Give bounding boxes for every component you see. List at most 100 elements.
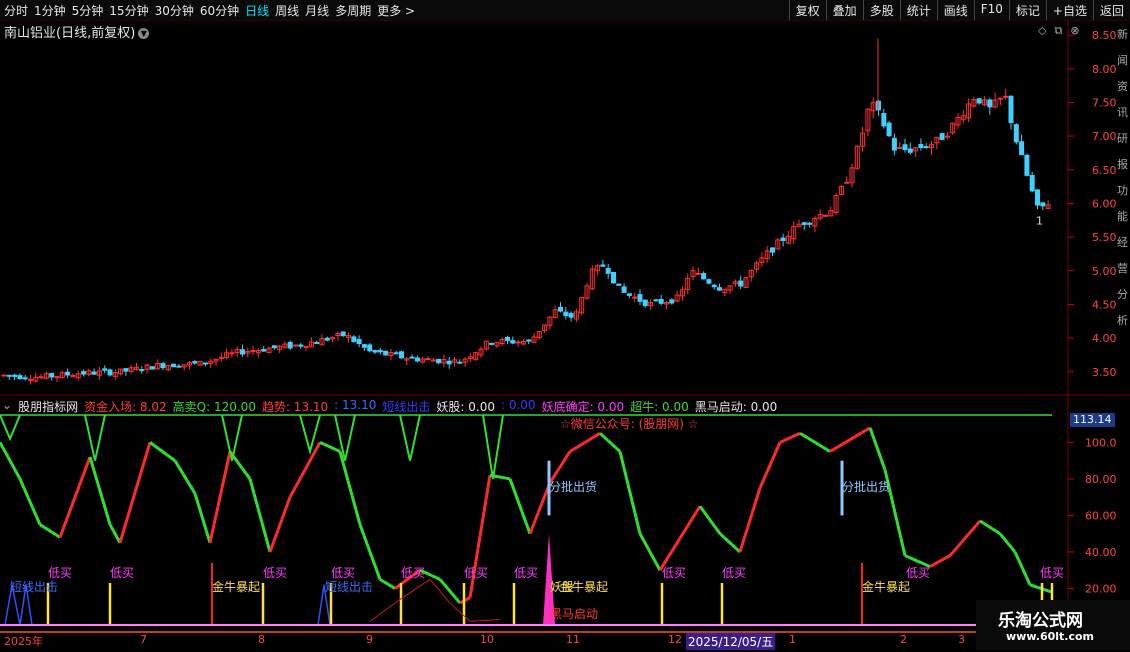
indicator-name[interactable]: 股朋指标网	[18, 398, 78, 415]
signal-label: 低买	[401, 566, 425, 580]
candle-body	[695, 272, 701, 275]
trend-segment	[244, 472, 252, 480]
trend-segment	[240, 467, 248, 475]
trend-segment	[248, 478, 256, 494]
signal-label: 低买	[464, 566, 488, 580]
trend-segment	[591, 434, 598, 440]
trend-segment	[560, 456, 568, 465]
candle-body	[293, 344, 298, 347]
timeline-label: 1	[789, 633, 796, 646]
candle-body	[271, 345, 277, 349]
trend-segment	[614, 446, 622, 453]
candle-body	[107, 369, 113, 376]
trend-segment	[598, 432, 606, 439]
trend-segment	[51, 530, 57, 537]
candle-body	[823, 214, 828, 217]
trend-segment	[43, 525, 49, 531]
trend-segment	[963, 532, 970, 540]
candle-body	[653, 299, 659, 302]
kline-chart[interactable]: 1 8.50 8.00 7.50 7.00 6.50 6.00 5.50 5.00 4.50 4.…	[0, 0, 1130, 650]
trend-segment	[212, 505, 220, 525]
candle-body	[1013, 124, 1019, 143]
timeline-label: 12	[668, 633, 682, 646]
trend-segment	[108, 523, 115, 532]
trend-segment	[346, 480, 354, 496]
trend-segment	[379, 578, 385, 583]
candle-body	[377, 349, 383, 353]
signal-label: 低买	[48, 566, 72, 580]
candle-body	[637, 294, 643, 302]
side-tab-char: 讯	[1117, 106, 1128, 119]
ind-tick-label: 20.00	[1085, 582, 1117, 595]
candle-body	[91, 371, 97, 375]
candle-body	[192, 361, 198, 364]
candle-body	[261, 349, 267, 352]
trend-segment	[137, 467, 144, 481]
trend-segment	[374, 567, 382, 580]
trend-segment	[795, 431, 801, 437]
side-tab-char: 资	[1117, 80, 1128, 93]
trend-segment	[638, 532, 646, 542]
side-tab-char: 功	[1117, 184, 1128, 197]
candle-body	[314, 341, 320, 344]
trend-segment	[630, 500, 638, 518]
candle-body	[414, 357, 420, 362]
trend-segment	[730, 543, 738, 550]
trend-segment	[501, 475, 507, 480]
candle-body	[1003, 95, 1009, 98]
trend-segment	[746, 513, 754, 527]
indicator-toggle-icon[interactable]: ⌄	[2, 398, 12, 415]
trend-segment	[634, 516, 642, 535]
candle-body	[176, 365, 182, 368]
trend-segment	[975, 519, 982, 527]
trend-segment	[370, 556, 378, 569]
trend-segment	[256, 507, 264, 524]
trend-segment	[706, 516, 714, 524]
trend-segment	[833, 445, 839, 451]
trend-segment	[606, 439, 614, 446]
candle-body	[1024, 154, 1030, 176]
candle-body	[425, 358, 431, 361]
trend-segment	[96, 483, 104, 498]
trend-segment	[899, 538, 907, 556]
trend-segment	[489, 473, 495, 478]
trend-segment	[505, 476, 511, 481]
indicator-field: 妖股: 0.00	[436, 400, 495, 414]
trend-segment	[929, 563, 935, 568]
signal-label: 低买	[110, 566, 134, 580]
price-tick-label: 5.00	[1092, 265, 1117, 278]
candle-body	[987, 99, 993, 108]
trend-segment	[323, 442, 329, 448]
trend-segment	[276, 518, 284, 531]
trend-segment	[311, 448, 318, 457]
sell-q-dip	[399, 414, 421, 461]
trend-segment	[726, 539, 734, 546]
candle-body	[706, 279, 712, 284]
candle-body	[446, 360, 452, 365]
trend-segment	[493, 474, 499, 479]
candle-body	[202, 362, 208, 365]
candle-body	[324, 337, 330, 341]
side-tabs[interactable]: 新闻资讯研报功能经营分析	[1115, 22, 1130, 400]
trend-segment	[528, 522, 536, 535]
trend-segment	[987, 524, 993, 530]
trend-segment	[686, 518, 694, 527]
trend-segment	[1006, 541, 1013, 549]
timeline-label: 8	[258, 633, 265, 646]
timeline-axis[interactable]: 2025年 7 8 9 10 11 12 1 2 3 2025/12/05/五	[0, 631, 1130, 652]
timeline-label: 3	[958, 633, 965, 646]
date-cursor-badge: 2025/12/05/五	[686, 633, 776, 650]
candle-body	[886, 122, 892, 137]
candle-body	[1019, 141, 1025, 156]
trend-segment	[465, 596, 471, 601]
trend-segment	[1021, 567, 1028, 578]
trend-segment	[153, 444, 160, 450]
candle-body	[361, 344, 367, 348]
trend-segment	[849, 435, 855, 441]
trend-segment	[618, 451, 626, 469]
trend-segment	[450, 592, 458, 600]
trend-segment	[14, 470, 22, 480]
indicator-field: 高卖Q: 120.00	[172, 400, 256, 414]
trend-segment	[916, 559, 923, 565]
trend-segment	[18, 478, 26, 489]
